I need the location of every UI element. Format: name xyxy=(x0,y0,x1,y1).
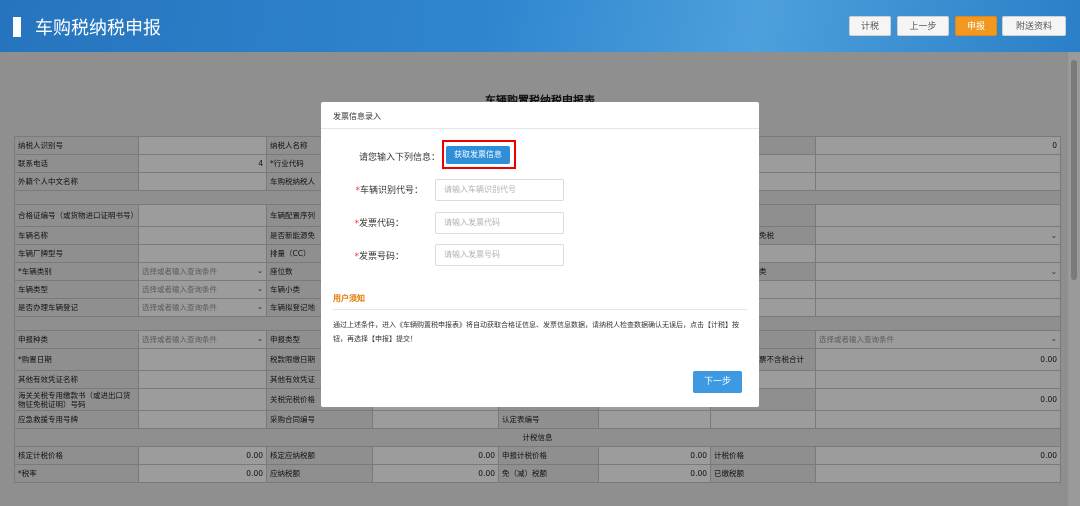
notice-divider xyxy=(333,309,747,310)
table-row: 计税信息 xyxy=(14,428,1061,447)
prompt-label: 请您输入下列信息： xyxy=(358,153,440,163)
next-step-button[interactable]: 下一步 xyxy=(693,371,742,393)
chevron-down-icon[interactable]: ⌄ xyxy=(257,284,263,293)
app-title: 车购税纳税申报 xyxy=(35,18,161,39)
page-scrollbar[interactable] xyxy=(1068,52,1080,506)
declare-button[interactable]: 申报 xyxy=(955,16,997,36)
calculate-tax-button[interactable]: 计税 xyxy=(849,16,891,36)
table-row: *税率 0.00 应纳税额 0.00 免（减）税额 0.00 已缴税额 xyxy=(14,464,1061,483)
notice-title: 用户须知 xyxy=(333,294,365,303)
invoice-code-label: *发票代码： xyxy=(354,219,404,229)
chevron-down-icon[interactable]: ⌄ xyxy=(257,302,263,311)
vin-label: *车辆识别代号： xyxy=(355,186,423,196)
invoice-number-label: *发票号码： xyxy=(354,252,404,262)
title-accent-bar xyxy=(13,17,21,37)
app-header: 车购税纳税申报 计税 上一步 申报 附送资料 xyxy=(0,0,1080,52)
chevron-down-icon[interactable]: ⌄ xyxy=(257,266,263,275)
notice-text: 通过上述条件，进入《车辆购置税申报表》将自动获取合格证信息、发票信息数据，请纳税… xyxy=(333,321,739,343)
chevron-down-icon[interactable]: ⌄ xyxy=(257,334,263,343)
invoice-code-input[interactable]: 请输入发票代码 xyxy=(435,212,564,234)
invoice-number-input[interactable]: 请输入发票号码 xyxy=(435,244,564,266)
dialog-header: 发票信息录入 xyxy=(321,102,759,129)
previous-step-button[interactable]: 上一步 xyxy=(897,16,949,36)
fetch-invoice-button[interactable]: 获取发票信息 xyxy=(446,146,510,164)
attach-materials-button[interactable]: 附送资料 xyxy=(1002,16,1066,36)
table-row: 核定计税价格 0.00 核定应纳税额 0.00 申报计税价格 0.00 计税价格 0.0… xyxy=(14,446,1061,465)
chevron-down-icon[interactable]: ⌄ xyxy=(1051,231,1057,240)
chevron-down-icon[interactable]: ⌄ xyxy=(1051,267,1057,276)
scrollbar-thumb[interactable] xyxy=(1071,60,1077,280)
dialog-title: 发票信息录入 xyxy=(333,112,381,121)
vin-input[interactable]: 请输入车辆识别代号 xyxy=(435,179,564,201)
chevron-down-icon[interactable]: ⌄ xyxy=(1051,334,1057,343)
section-tax-info: 计税信息 xyxy=(14,428,1061,447)
table-row: 应急救援专用号牌 采购合同编号 认定表编号 xyxy=(14,410,1061,429)
